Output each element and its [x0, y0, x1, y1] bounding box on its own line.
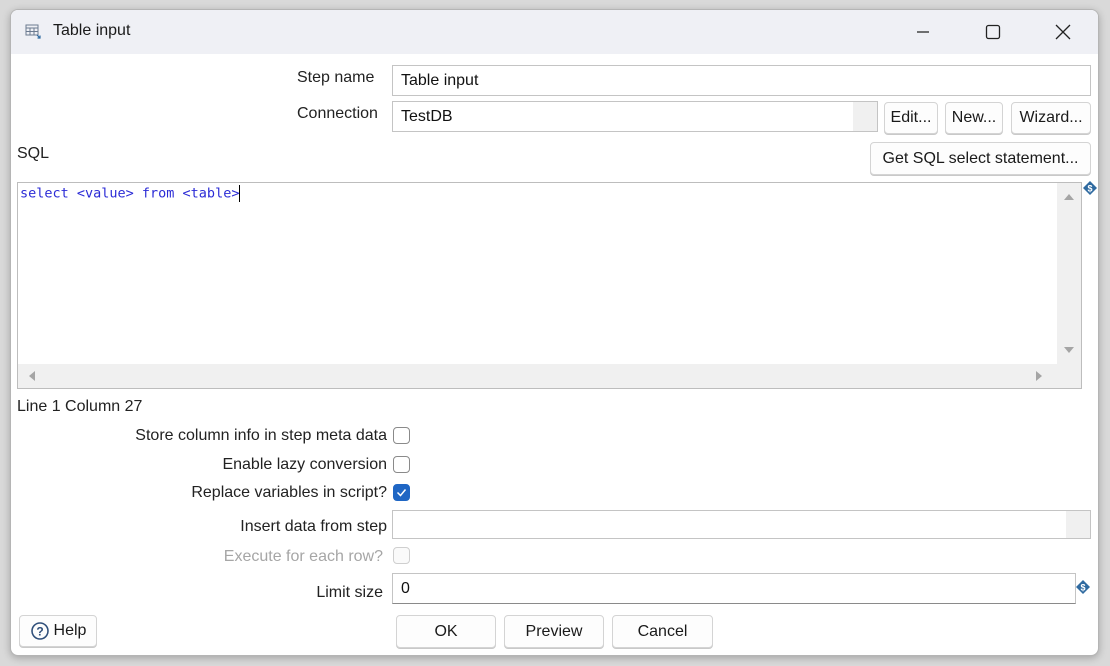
window-title: Table input: [53, 22, 131, 39]
sql-editor[interactable]: select <value> from <table>: [17, 182, 1082, 389]
limit-size-input[interactable]: 0: [392, 573, 1076, 604]
help-question-icon: ?: [30, 622, 49, 640]
maximize-icon: [985, 24, 1001, 40]
help-button[interactable]: ? Help: [19, 615, 97, 647]
sql-label: SQL: [17, 145, 50, 162]
close-button[interactable]: [1028, 10, 1098, 54]
variable-dollar-icon: $: [1083, 181, 1097, 195]
help-label: Help: [53, 622, 87, 639]
scrollbar-corner: [1057, 364, 1081, 388]
connection-value: TestDB: [401, 107, 453, 125]
limit-size-value: 0: [401, 579, 410, 597]
scroll-left-arrow-icon[interactable]: [20, 364, 44, 388]
svg-text:$: $: [1087, 184, 1092, 194]
execute-each-row-checkbox: [393, 547, 410, 564]
ok-button[interactable]: OK: [396, 615, 496, 648]
insert-data-dropdown-arrow[interactable]: [1066, 511, 1090, 538]
text-caret: [239, 185, 241, 202]
connection-select[interactable]: TestDB: [392, 101, 878, 132]
store-column-info-label: Store column info in step meta data: [135, 427, 387, 444]
variable-dollar-icon: $: [1076, 580, 1090, 594]
store-column-info-checkbox[interactable]: [393, 427, 410, 444]
horizontal-scrollbar[interactable]: [18, 364, 1081, 388]
scroll-up-arrow-icon[interactable]: [1057, 185, 1081, 209]
insert-data-from-step-label: Insert data from step: [240, 518, 387, 535]
minimize-icon: [917, 31, 929, 33]
edit-connection-button[interactable]: Edit...: [884, 102, 938, 134]
minimize-button[interactable]: [888, 10, 958, 54]
step-name-label: Step name: [297, 69, 375, 86]
execute-each-row-label: Execute for each row?: [223, 548, 383, 565]
replace-variables-label: Replace variables in script?: [191, 484, 387, 501]
connection-dropdown-arrow[interactable]: [853, 102, 877, 131]
table-input-icon: [25, 24, 41, 39]
cancel-button[interactable]: Cancel: [612, 615, 713, 648]
replace-variables-checkbox[interactable]: [393, 484, 410, 501]
lazy-conversion-checkbox[interactable]: [393, 456, 410, 473]
limit-size-label: Limit size: [316, 584, 383, 601]
cursor-position-status: Line 1 Column 27: [17, 398, 143, 415]
close-icon: [1055, 24, 1071, 40]
preview-button[interactable]: Preview: [504, 615, 604, 648]
svg-text:$: $: [1080, 583, 1085, 593]
maximize-button[interactable]: [958, 10, 1028, 54]
scroll-right-arrow-icon[interactable]: [1027, 364, 1051, 388]
connection-label: Connection: [297, 105, 378, 122]
get-sql-select-button[interactable]: Get SQL select statement...: [870, 142, 1091, 175]
new-connection-button[interactable]: New...: [945, 102, 1003, 134]
table-input-dialog: Table input Step name Table input Connec…: [10, 9, 1099, 656]
wizard-button[interactable]: Wizard...: [1011, 102, 1091, 134]
vertical-scrollbar[interactable]: [1057, 183, 1081, 364]
title-bar: Table input: [11, 10, 1098, 54]
sql-text: select <value> from <table>: [20, 185, 240, 202]
lazy-conversion-label: Enable lazy conversion: [222, 456, 387, 473]
checkmark-icon: [396, 489, 407, 497]
scroll-down-arrow-icon[interactable]: [1057, 338, 1081, 362]
svg-text:?: ?: [36, 625, 43, 639]
insert-data-from-step-select[interactable]: [392, 510, 1091, 539]
step-name-value: Table input: [401, 71, 479, 89]
step-name-input[interactable]: Table input: [392, 65, 1091, 96]
